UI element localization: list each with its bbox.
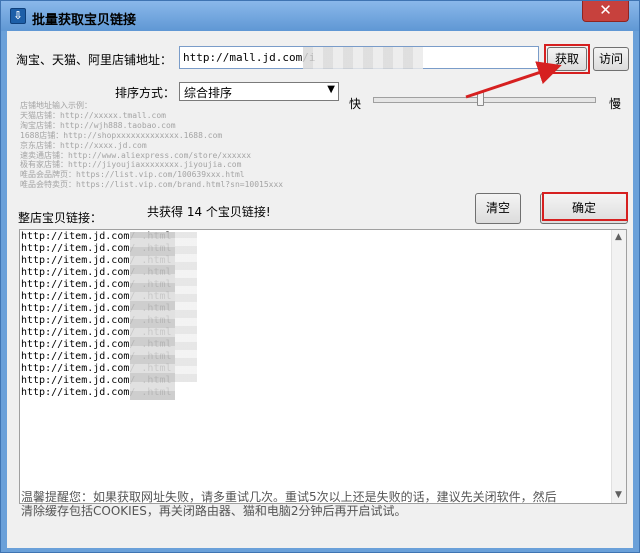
speed-slow-label: 慢 bbox=[609, 97, 622, 111]
highlight-confirm-box bbox=[542, 192, 628, 221]
scroll-down-icon[interactable]: ▼ bbox=[615, 490, 622, 500]
app-download-icon: ⇩ bbox=[10, 8, 26, 24]
example-line: 1688店铺：http://shopxxxxxxxxxxxxx.1688.com bbox=[20, 130, 223, 140]
speed-fast-label: 快 bbox=[349, 97, 362, 111]
example-line: 唯品会品牌页：https://list.vip.com/100639xxx.ht… bbox=[20, 170, 245, 180]
scroll-up-icon[interactable]: ▲ bbox=[615, 232, 622, 242]
speed-slider-thumb[interactable] bbox=[477, 92, 485, 106]
tip-line: 温馨提醒您：如果获取网址失败，请多重试几次。重试5次以上还是失败的话，建议先关闭… bbox=[21, 490, 557, 504]
tip-text: 温馨提醒您：如果获取网址失败，请多重试几次。重试5次以上还是失败的话，建议先关闭… bbox=[21, 490, 557, 518]
example-line: 淘宝店铺：http://wjh888.taobao.com bbox=[20, 120, 176, 130]
app-window: ⇩ 批量获取宝贝链接 ✕ 淘宝、天猫、阿里店铺地址： http://mall.j… bbox=[0, 0, 640, 553]
result-count-text: 共获得 14 个宝贝链接! bbox=[147, 205, 271, 219]
visit-button[interactable]: 访问 bbox=[593, 47, 629, 71]
sort-label: 排序方式： bbox=[115, 86, 176, 100]
sort-selected-value: 综合排序 bbox=[184, 86, 233, 100]
highlight-fetch-box bbox=[544, 44, 590, 74]
vertical-scrollbar[interactable]: ▲ ▼ bbox=[611, 230, 626, 503]
redacted-ids-edge bbox=[175, 232, 197, 382]
results-label: 整店宝贝链接： bbox=[18, 211, 103, 225]
shop-url-label: 淘宝、天猫、阿里店铺地址： bbox=[16, 53, 173, 67]
speed-slider-track[interactable] bbox=[373, 97, 596, 103]
example-line: 天猫店铺：http://xxxxx.tmall.com bbox=[20, 110, 166, 120]
window-title: 批量获取宝贝链接 bbox=[32, 13, 137, 28]
main-panel: 淘宝、天猫、阿里店铺地址： http://mall.jd.com/i 获取 访问… bbox=[7, 31, 633, 548]
chevron-down-icon: ▼ bbox=[327, 84, 335, 95]
example-line: 唯品会特卖页：https://list.vip.com/brand.html?s… bbox=[20, 180, 284, 190]
example-line: 京东店铺：http://xxxx.jd.com bbox=[20, 140, 147, 150]
title-bar[interactable]: ⇩ 批量获取宝贝链接 ✕ bbox=[1, 1, 639, 31]
redacted-ids bbox=[130, 232, 175, 400]
sort-select[interactable]: 综合排序 ▼ bbox=[179, 82, 339, 101]
clear-button[interactable]: 清空 bbox=[475, 193, 521, 224]
close-button[interactable]: ✕ bbox=[582, 1, 629, 22]
example-line: 极有家店铺：http://jiyoujiaxxxxxxxx.jiyoujia.c… bbox=[20, 160, 242, 170]
links-textarea[interactable]: http://item.jd.com/ .html http://item.jd… bbox=[19, 229, 627, 504]
example-line: 店铺地址输入示例： bbox=[20, 101, 92, 110]
redacted-url-part bbox=[303, 47, 423, 69]
tip-line: 清除缓存包括COOKIES，再关闭路由器、猫和电脑2分钟后再开启试试。 bbox=[21, 504, 407, 518]
url-examples: 店铺地址输入示例： 天猫店铺：http://xxxxx.tmall.com 淘宝… bbox=[20, 101, 283, 190]
example-line: 速卖通店铺：http://www.aliexpress.com/store/xx… bbox=[20, 150, 252, 160]
